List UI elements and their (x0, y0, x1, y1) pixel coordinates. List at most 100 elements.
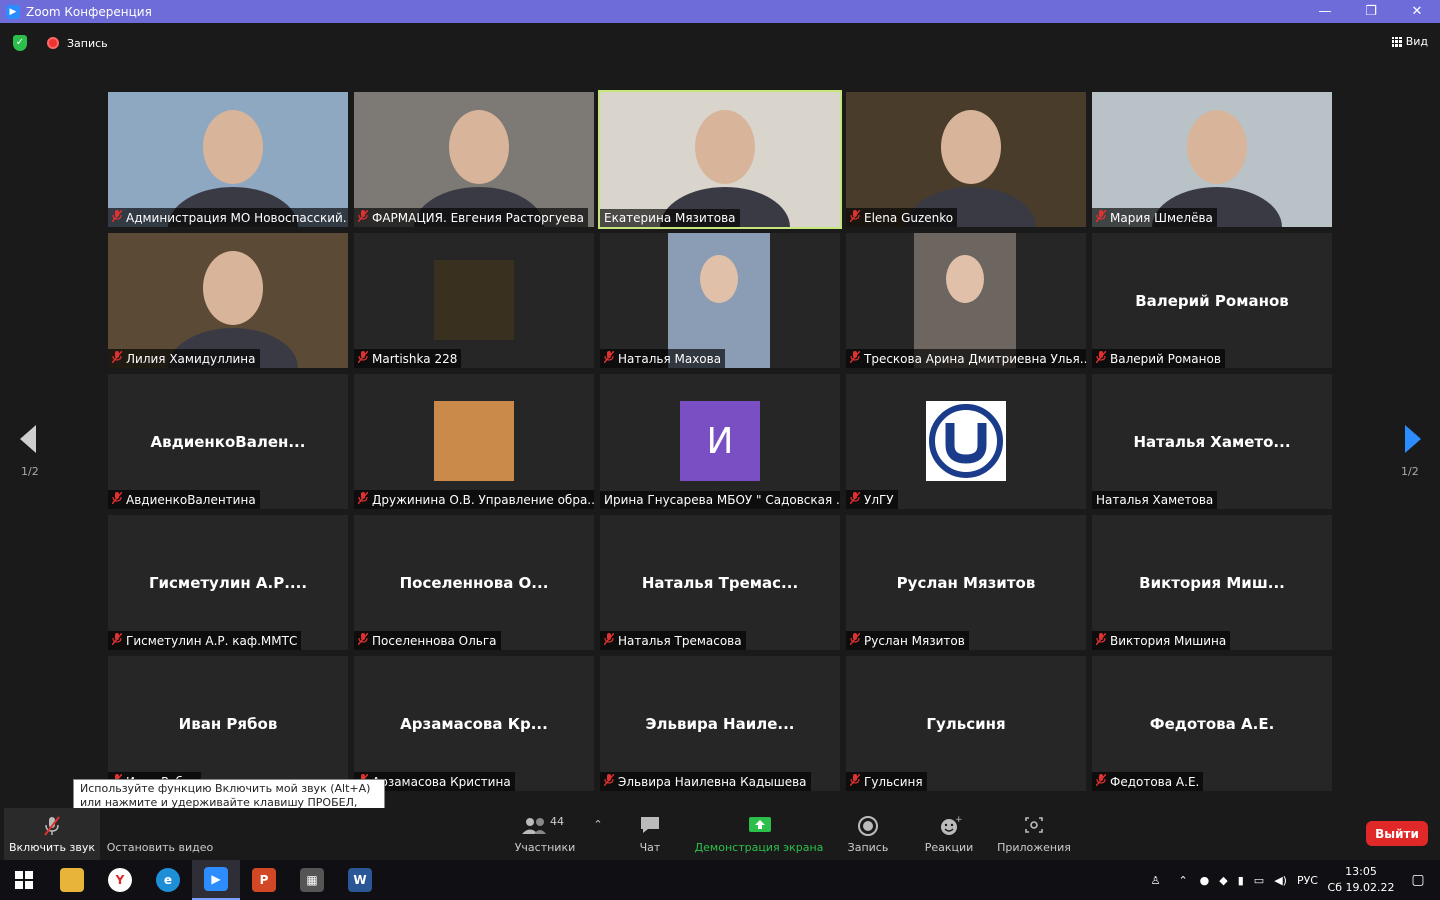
meeting-topbar: ✓ Запись Вид (0, 23, 1440, 63)
participant-tile[interactable]: Гульсиня Гульсиня (846, 656, 1086, 791)
participant-tile[interactable]: Гисметулин А.Р.... Гисметулин А.Р. каф.ММ… (108, 515, 348, 650)
input-language[interactable]: РУС (1297, 874, 1318, 887)
participant-name-text: Екатерина Мязитова (604, 211, 736, 225)
muted-mic-icon (357, 209, 369, 225)
participant-name-label: Martishka 228 (354, 349, 462, 368)
next-page-arrow-icon[interactable] (1405, 425, 1421, 453)
participant-avatar (434, 260, 514, 340)
participant-tile[interactable]: Арзамасова Кр... Арзамасова Кристина (354, 656, 594, 791)
minimize-button[interactable]: — (1302, 0, 1348, 23)
apps-button[interactable]: Приложения (994, 808, 1074, 860)
stop-video-button[interactable]: Остановить видео (106, 808, 214, 860)
usb-tray-icon[interactable]: ▮ (1238, 874, 1244, 887)
participants-menu-button[interactable]: ⌃ (590, 808, 606, 860)
close-button[interactable]: ✕ (1394, 0, 1440, 23)
participant-tile[interactable]: Мария Шмелёва (1092, 92, 1332, 227)
restore-button[interactable]: ❐ (1348, 0, 1394, 23)
taskbar-file-explorer[interactable] (48, 860, 96, 900)
leave-meeting-button[interactable]: Выйти (1366, 821, 1428, 846)
participant-tile[interactable]: Валерий Романов Валерий Романов (1092, 233, 1332, 368)
security-shield-icon[interactable]: ✓ (13, 35, 27, 51)
participant-name-text: Лилия Хамидуллина (126, 351, 256, 366)
muted-mic-icon (111, 491, 123, 507)
participant-tile[interactable]: Виктория Миш... Виктория Мишина (1092, 515, 1332, 650)
network-tray-icon[interactable]: ▭ (1254, 874, 1264, 887)
muted-mic-icon (357, 491, 369, 507)
taskbar-edge[interactable]: e (144, 860, 192, 900)
participant-tile[interactable]: Иван РябовИван Рябов (108, 656, 348, 791)
participant-tile[interactable]: Elena Guzenko (846, 92, 1086, 227)
participants-button[interactable]: 44 Участники (510, 808, 580, 860)
participant-tile[interactable]: Федотова А.Е. Федотова А.Е. (1092, 656, 1332, 791)
participant-tile[interactable]: Администрация МО Новоспасский... (108, 92, 348, 227)
taskbar-media-app[interactable]: ▦ (288, 860, 336, 900)
participant-name-label: Дружинина О.В. Управление обра... (354, 490, 594, 509)
people-icon[interactable]: ♙ (1151, 874, 1161, 887)
participant-name-text: АвдиенкоВалентина (126, 492, 256, 507)
participant-tile[interactable]: Martishka 228 (354, 233, 594, 368)
participant-tile[interactable]: Наталья Махова (600, 233, 840, 368)
muted-mic-icon (357, 632, 369, 648)
share-screen-button[interactable]: Демонстрация экрана (692, 808, 826, 860)
participant-name-label: Наталья Тремасова (600, 631, 746, 650)
volume-icon[interactable]: ◀) (1274, 874, 1287, 887)
participant-name-text: Трескова Арина Дмитриевна Улья... (864, 351, 1086, 366)
view-button[interactable]: Вид (1391, 35, 1428, 48)
prev-page-arrow-icon[interactable] (20, 425, 36, 453)
taskbar-yandex-browser[interactable]: Y (96, 860, 144, 900)
participant-name-label: Лилия Хамидуллина (108, 349, 260, 368)
participant-tile[interactable]: Наталья Тремас... Наталья Тремасова (600, 515, 840, 650)
record-button[interactable]: Запись (840, 808, 896, 860)
participants-icon: 44 (520, 815, 570, 835)
participant-tile[interactable]: АвдиенкоВален... АвдиенкоВалентина (108, 374, 348, 509)
participant-tile[interactable]: Дружинина О.В. Управление обра... (354, 374, 594, 509)
participant-video (914, 233, 1016, 368)
muted-mic-icon (849, 632, 861, 648)
participant-face (203, 110, 263, 184)
yandex-browser-icon: Y (108, 868, 132, 892)
system-tray: ♙ ⌃ ● ◆ ▮ ▭ ◀) РУС 13:05 Сб 19.02.22 ▢ (1151, 860, 1440, 900)
muted-mic-icon (849, 350, 861, 366)
security-tray-icon[interactable]: ◆ (1219, 874, 1227, 887)
participant-name-text: УлГУ (864, 492, 894, 507)
participant-display-name: АвдиенкоВален... (150, 432, 306, 451)
chat-button[interactable]: Чат (630, 808, 670, 860)
tray-expand-icon[interactable]: ⌃ (1178, 874, 1187, 887)
taskbar-word[interactable]: W (336, 860, 384, 900)
media-app-icon: ▦ (300, 868, 324, 892)
share-screen-label: Демонстрация экрана (694, 841, 824, 854)
system-clock[interactable]: 13:05 Сб 19.02.22 (1326, 864, 1396, 896)
participant-name-label: Elena Guzenko (846, 208, 958, 227)
participant-tile[interactable]: Поселеннова О... Поселеннова Ольга (354, 515, 594, 650)
participant-display-name: Арзамасова Кр... (400, 714, 548, 733)
muted-mic-icon (603, 773, 615, 789)
notifications-icon[interactable]: ▢ (1396, 872, 1440, 888)
reactions-button[interactable]: + Реакции (920, 808, 978, 860)
unmute-button[interactable]: Включить звук (4, 808, 100, 860)
participant-tile[interactable]: Трескова Арина Дмитриевна Улья... (846, 233, 1086, 368)
muted-mic-icon (357, 350, 369, 366)
participant-face (946, 255, 984, 303)
smiley-plus-icon: + (938, 815, 963, 835)
participant-name-text: Дружинина О.В. Управление обра... (372, 492, 594, 507)
taskbar-zoom[interactable]: ▶ (192, 860, 240, 900)
stop-video-label: Остановить видео (106, 841, 214, 854)
participant-tile[interactable]: Екатерина Мязитова (598, 90, 842, 229)
recording-label[interactable]: Запись (67, 37, 108, 50)
participant-tile[interactable]: Эльвира Наиле... Эльвира Наилевна Кадышев… (600, 656, 840, 791)
word-icon: W (348, 868, 372, 892)
microphone-tray-icon[interactable]: ● (1200, 874, 1210, 887)
participant-tile[interactable]: Наталья Хамето... Наталья Хаметова (1092, 374, 1332, 509)
participant-tile[interactable]: Лилия Хамидуллина (108, 233, 348, 368)
participant-display-name: Наталья Тремас... (641, 573, 799, 592)
participant-tile[interactable]: Руслан Мязитов Руслан Мязитов (846, 515, 1086, 650)
start-button[interactable] (0, 860, 48, 900)
participant-tile[interactable]: УлГУ (846, 374, 1086, 509)
muted-mic-icon (849, 491, 861, 507)
participant-name-label: Администрация МО Новоспасский... (108, 208, 348, 227)
participant-face (700, 255, 738, 303)
taskbar-powerpoint[interactable]: P (240, 860, 288, 900)
participant-tile[interactable]: И Ирина Гнусарева МБОУ " Садовская ... (600, 374, 840, 509)
participant-video (108, 92, 348, 227)
participant-tile[interactable]: ФАРМАЦИЯ. Евгения Расторгуева (354, 92, 594, 227)
